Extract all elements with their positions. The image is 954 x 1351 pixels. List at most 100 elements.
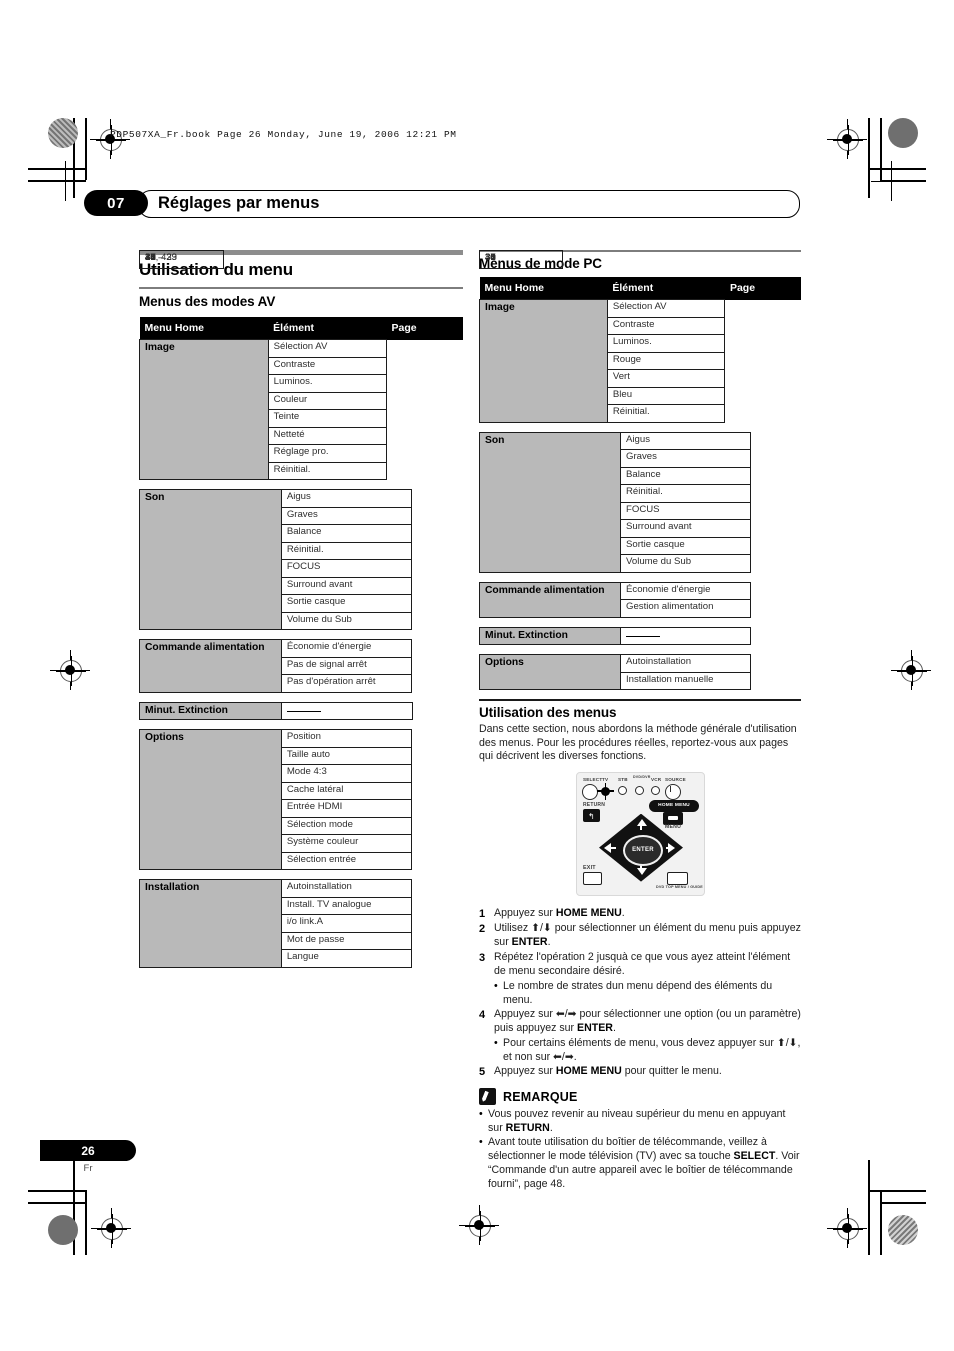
bullet-marker: •: [494, 1036, 498, 1049]
table-row: Commande alimentation Économie d'énergie 3…: [479, 250, 801, 618]
remote-stb-button[interactable]: [618, 785, 627, 795]
remote-home-menu-button[interactable]: HOME MENU: [649, 799, 699, 812]
bullet-text: Pour certains éléments de menu, vous dev…: [503, 1036, 801, 1063]
note-title: REMARQUE: [503, 1089, 578, 1104]
menu-element-cell: Sélection AV: [267, 339, 387, 358]
menu-element-cell: [281, 701, 413, 720]
table-row: Options Autoinstallation 37: [479, 250, 801, 690]
menu-element-cell: Netteté: [267, 426, 387, 445]
subsection-title-av: Menus des modes AV: [139, 294, 276, 309]
step-text: Appuyez sur HOME MENU.: [494, 906, 625, 919]
usage-rule: [479, 699, 801, 701]
registration-mark-right-upper: [871, 161, 911, 201]
remote-label-stb: STB: [618, 776, 628, 782]
menu-home-cell: Son: [479, 431, 621, 573]
remote-vcr-button[interactable]: [651, 785, 660, 795]
procedure-step: 2 Utilisez ⬆/⬇ pour sélectionner un éléme…: [479, 922, 801, 950]
menu-element-cell: Graves: [620, 449, 751, 468]
em-dash-placeholder: [287, 710, 322, 713]
menu-element-cell: Volume du Sub: [620, 554, 751, 573]
menu-element-cell: Installation manuelle: [620, 671, 751, 690]
menu-element-cell: Entrée HDMI: [280, 799, 413, 818]
remote-return-button[interactable]: ↰: [583, 808, 600, 822]
menu-element-cell: Sélection entrée: [280, 851, 413, 870]
page-number-badge: 26: [40, 1140, 136, 1161]
table-header-page: Page: [386, 317, 463, 340]
menu-element-cell: Gestion alimentation: [620, 599, 751, 618]
table-row: Commande alimentation Économie d'énergie 3…: [139, 250, 463, 693]
step-text: Répétez l'opération 2 jusquà ce que vous…: [494, 951, 791, 978]
em-dash-placeholder: [626, 635, 661, 638]
remote-enter-button[interactable]: ENTER: [623, 834, 663, 866]
menu-element-cell: Teinte: [267, 409, 387, 428]
menu-table-group: Menu Home Élément Page Image Sélection AV 30 C…: [479, 250, 801, 423]
remote-label-vcr: VCR: [651, 776, 662, 782]
menu-element-cell: Réinitial.: [606, 404, 726, 423]
procedure-steps: 1 Appuyez sur HOME MENU. 2 Utilisez ⬆/⬇ pou…: [479, 907, 801, 1080]
menu-element-cell: Surround avant: [620, 519, 751, 538]
menu-element-cell: Luminos.: [606, 334, 726, 353]
table-header-element: Élément: [607, 277, 725, 300]
menu-element-cell: Pas de signal arrêt: [280, 656, 413, 675]
step-text: Appuyez sur HOME MENU pour quitter le me…: [494, 1064, 722, 1077]
menu-element-cell: Install. TV analogue: [280, 896, 413, 915]
step-text: Appuyez sur ⬅/➡ pour sélectionner une op…: [494, 1007, 801, 1034]
procedure-step: 5 Appuyez sur HOME MENU pour quitter le m…: [479, 1065, 801, 1080]
remote-exit-button[interactable]: [583, 871, 602, 885]
menu-element-cell: Surround avant: [280, 576, 413, 595]
table-header-row: Menu Home Élément Page: [479, 277, 801, 300]
note-header: REMARQUE: [479, 1088, 801, 1106]
procedure-step: 1 Appuyez sur HOME MENU.: [479, 907, 801, 922]
menu-element-cell: Graves: [280, 506, 413, 525]
menu-home-cell: Options: [479, 654, 621, 690]
menu-element-cell: Économie d'énergie: [620, 581, 751, 600]
menu-page-cell: 37: [479, 250, 564, 269]
menu-element-cell: Aigus: [620, 431, 751, 450]
menu-element-cell: Sortie casque: [280, 594, 413, 613]
menu-table-group: Options Autoinstallation 37 Installation ma…: [479, 250, 801, 690]
subsection-rule: [139, 287, 463, 289]
menu-glyph-icon: [668, 816, 678, 821]
menu-element-cell: FOCUS: [280, 559, 413, 578]
remote-dvd-top-menu-button[interactable]: [667, 871, 688, 885]
step-bullet: • Le nombre de strates dun menu dépend de…: [494, 980, 801, 1008]
menu-page-cell: 29: [139, 250, 224, 269]
menu-table-group: Minut. Extinction 41: [138, 250, 463, 721]
dpad-up-stem: [640, 824, 642, 830]
remote-source-power-button[interactable]: [665, 783, 681, 800]
note-item: • Avant toute utilisation du boîtier de t…: [479, 1136, 801, 1192]
usage-intro: Dans cette section, nous abordons la mét…: [479, 723, 797, 763]
menu-element-cell: Réinitial.: [620, 484, 751, 503]
remote-illustration: SELECT TV STB DVD/DVR VCR SOURCE RETURN …: [479, 771, 801, 897]
menu-home-cell: Commande alimentation: [479, 581, 621, 618]
dpad-down-icon[interactable]: [637, 867, 647, 875]
print-header-text: PDP507XA_Fr.book Page 26 Monday, June 19…: [110, 129, 457, 140]
menu-element-cell: Système couleur: [280, 834, 413, 853]
menu-element-cell: Cache latéral: [280, 781, 413, 800]
note-item: • Vous pouvez revenir au niveau supérieur…: [479, 1108, 801, 1136]
step-text: Utilisez ⬆/⬇ pour sélectionner un élémen…: [494, 922, 801, 949]
usage-title: Utilisation des menus: [479, 705, 617, 720]
remote-label-exit: EXIT: [583, 864, 596, 871]
table-row: Image Sélection AV 30: [139, 250, 463, 480]
step-number: 5: [479, 1065, 486, 1078]
dpad-up-icon[interactable]: [637, 818, 647, 826]
pencil-note-icon: [479, 1088, 496, 1106]
procedure-step: 4 Appuyez sur ⬅/➡ pour sélectionner une o…: [479, 1008, 801, 1036]
remote-select-button[interactable]: [582, 783, 598, 800]
menu-element-cell: Contraste: [606, 316, 726, 335]
registration-mark-right-middle: [891, 650, 931, 690]
menu-home-cell: Options: [139, 729, 282, 870]
dpad-left-icon[interactable]: [604, 842, 611, 853]
remote-dvd-button[interactable]: [635, 785, 644, 795]
page-canvas: PDP507XA_Fr.book Page 26 Monday, June 19…: [0, 0, 954, 1351]
menu-element-cell: Réglage pro.: [267, 444, 387, 463]
menu-element-cell: Rouge: [606, 351, 726, 370]
step-number: 2: [479, 923, 486, 936]
menu-element-cell: Contraste: [267, 356, 387, 375]
table-row: Installation Autoinstallation 27: [139, 250, 463, 968]
menu-element-cell: Balance: [280, 524, 413, 543]
registration-mark-bottom-center: [459, 1205, 499, 1245]
registration-mark-bottom-right: [827, 1208, 867, 1248]
step-bullet: • Pour certains éléments de menu, vous de…: [494, 1037, 801, 1065]
